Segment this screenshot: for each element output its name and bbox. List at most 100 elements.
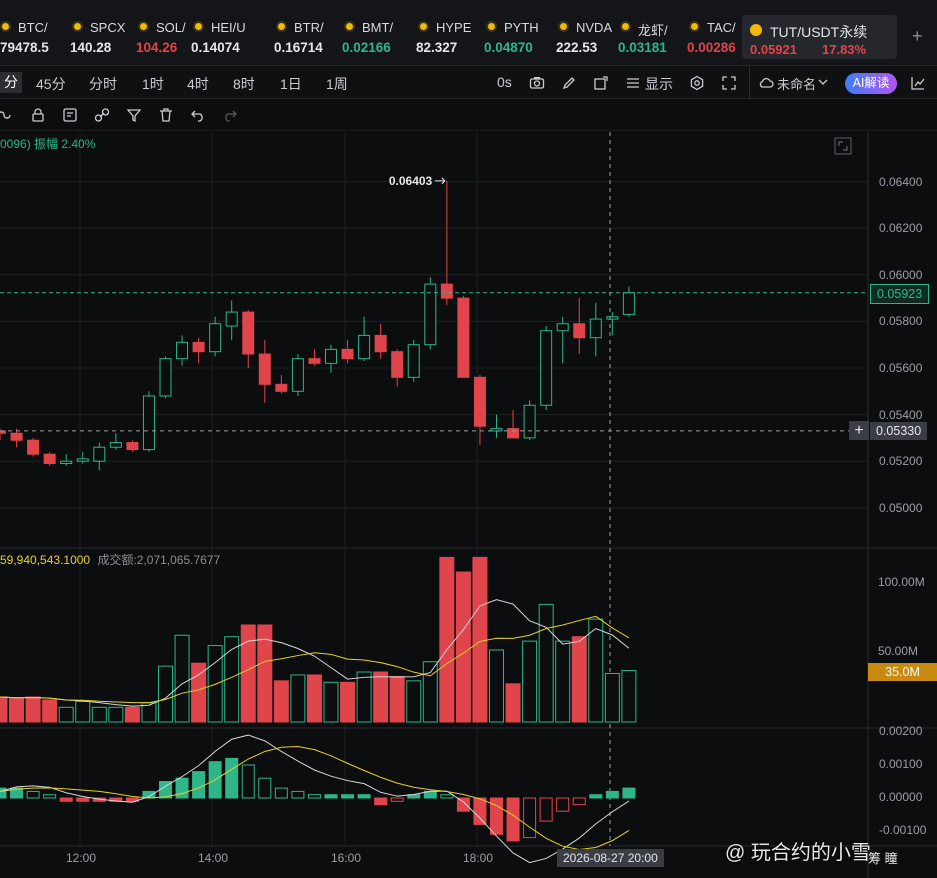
link-icon[interactable] — [94, 107, 110, 123]
period-4h[interactable]: 4时 — [187, 74, 209, 94]
ticker-symbol: SPCX — [90, 20, 126, 35]
volume-bar — [389, 675, 405, 723]
period-min[interactable]: 分 — [0, 72, 22, 93]
template-icon[interactable] — [62, 107, 78, 123]
share-chart-icon[interactable] — [910, 75, 926, 91]
pencil-icon[interactable] — [561, 75, 577, 91]
candle — [440, 283, 453, 299]
volume-bar — [290, 674, 306, 723]
crosshair-price-tag: 0.05330 — [870, 421, 928, 440]
coin-icon — [620, 21, 631, 32]
filter-icon[interactable] — [126, 107, 142, 123]
candle — [523, 404, 536, 439]
candle — [109, 442, 122, 448]
candle — [27, 439, 40, 455]
candle — [142, 395, 155, 451]
volume-bar — [9, 697, 25, 723]
ticker-price: 104.26 — [136, 40, 178, 55]
main-legend: 0096) 振幅 2.40% — [0, 135, 95, 152]
ticker-symbol: BTC/ — [18, 20, 48, 35]
chevron-down-icon[interactable] — [818, 78, 828, 86]
macd-bar — [175, 777, 189, 799]
fullscreen-icon[interactable] — [721, 75, 737, 91]
active-symbol-tab[interactable]: TUT/USDT永续 0.05921 17.83% — [742, 15, 897, 59]
volume-bar — [58, 706, 74, 723]
period-1w[interactable]: 1周 — [326, 74, 348, 94]
settings-icon[interactable] — [689, 75, 705, 91]
volume-axis-label: 100.00M — [878, 575, 925, 589]
coin-icon — [486, 21, 497, 32]
volume-bar — [273, 680, 289, 723]
add-alert-button[interactable]: + — [849, 420, 869, 440]
macd-bar — [539, 797, 553, 822]
macd-axis-label: -0.00100 — [879, 823, 927, 837]
volume-bar — [207, 645, 223, 723]
coin-icon — [689, 21, 700, 32]
macd-bar — [456, 797, 470, 812]
candle — [573, 323, 586, 339]
indicator-list-icon[interactable] — [625, 75, 641, 91]
volume-bar — [124, 706, 140, 723]
active-change: 17.83% — [822, 42, 867, 57]
crosshair-time-tag: 2026-08-27 20:00 — [557, 849, 664, 867]
candle — [407, 344, 420, 378]
undo-icon[interactable] — [190, 107, 206, 123]
macd-bar — [506, 797, 520, 842]
volume-legend: 59,940,543.1000 成交额:2,071,065.7677 — [0, 551, 220, 568]
ticker-price: 140.28 — [70, 40, 112, 55]
ticker-price: 0.16714 — [274, 40, 323, 55]
lock-icon[interactable] — [30, 107, 46, 123]
coin-icon — [72, 21, 83, 32]
trash-icon[interactable] — [158, 107, 174, 123]
volume-bar — [42, 699, 58, 723]
volume-bar — [538, 603, 554, 723]
ticker-symbol: PYTH — [504, 20, 539, 35]
ai-analysis-button[interactable]: AI解读 — [845, 73, 897, 94]
period-timeshare[interactable]: 分时 — [89, 74, 117, 94]
macd-axis-label: 0.00100 — [879, 757, 923, 771]
chart-canvas[interactable]: 0.06403 — [0, 132, 937, 878]
magnet-icon[interactable] — [0, 107, 14, 123]
volume-bar — [604, 672, 620, 723]
candle — [159, 358, 172, 397]
candle — [507, 428, 520, 439]
macd-bar — [258, 777, 272, 799]
macd-bar — [341, 794, 355, 799]
macd-bar — [274, 787, 288, 799]
candle — [540, 330, 553, 406]
time-axis-label: 18:00 — [463, 851, 494, 865]
layout-name[interactable]: 未命名 — [777, 74, 816, 93]
kline-chart[interactable]: 0.06403 0096) 振幅 2.40% 59,940,543.1000 成… — [0, 132, 937, 878]
period-1d[interactable]: 1日 — [280, 74, 302, 94]
period-8h[interactable]: 8时 — [233, 74, 255, 94]
ticker-symbol: HYPE — [436, 20, 472, 35]
new-window-icon[interactable] — [593, 75, 609, 91]
redo-icon[interactable] — [222, 107, 238, 123]
collapse-pane-icon[interactable] — [834, 137, 852, 155]
drawing-toolbar — [0, 99, 937, 131]
macd-bar — [241, 764, 255, 799]
time-axis-label: 14:00 — [198, 851, 229, 865]
add-tab-button[interactable]: + — [912, 26, 923, 47]
high-price-label: 0.06403 — [389, 174, 433, 188]
macd-bar — [556, 797, 570, 812]
active-symbol: TUT/USDT永续 — [770, 24, 868, 40]
ticker-price: 0.02166 — [342, 40, 391, 55]
display-button[interactable]: 显示 — [645, 74, 673, 94]
period-1h[interactable]: 1时 — [142, 74, 164, 94]
watermark-sub: 筹 瞳 — [868, 851, 898, 866]
macd-bar — [589, 794, 603, 799]
ticker-price: 0.14074 — [191, 40, 240, 55]
macd-bar — [622, 787, 636, 799]
ticker-symbol: HEI/U — [211, 20, 246, 35]
camera-icon[interactable] — [529, 75, 545, 91]
ticker-price: 82.327 — [416, 40, 458, 55]
volume-bar — [571, 636, 587, 723]
candle — [60, 460, 73, 465]
macd-bar — [473, 797, 487, 825]
coin-icon — [0, 21, 11, 32]
period-45m[interactable]: 45分 — [36, 74, 66, 94]
volume-bar — [439, 556, 455, 723]
candle — [242, 311, 255, 355]
macd-bar — [523, 797, 537, 839]
